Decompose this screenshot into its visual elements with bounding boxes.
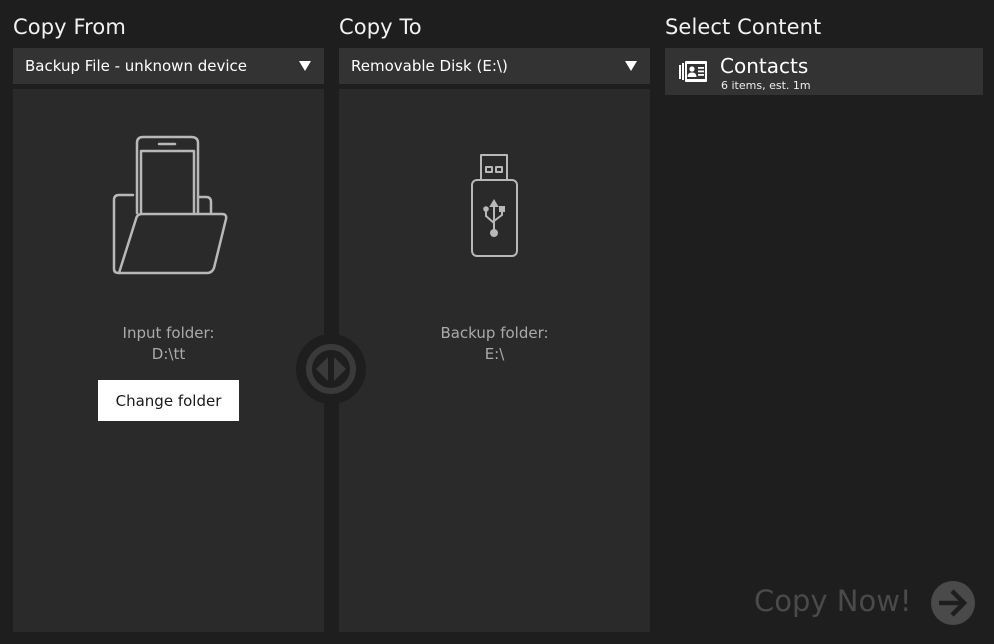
copy-to-dropdown[interactable]: Removable Disk (E:\) <box>339 48 650 84</box>
contacts-icon <box>679 61 707 82</box>
chevron-down-icon <box>299 61 311 71</box>
copy-from-panel: Input folder: D:\tt Change folder <box>13 89 324 632</box>
usb-drive-icon <box>471 154 518 257</box>
input-folder-label: Input folder: <box>122 324 215 342</box>
copy-to-dropdown-value: Removable Disk (E:\) <box>351 57 508 75</box>
select-content-title: Select Content <box>665 15 822 39</box>
app-window: Copy From Backup File - unknown device I… <box>0 0 994 644</box>
content-item-contacts[interactable]: Contacts 6 items, est. 1m <box>665 48 983 95</box>
phone-in-folder-icon <box>112 135 228 275</box>
arrow-right-icon[interactable] <box>930 580 976 626</box>
backup-folder-path: E:\ <box>484 345 505 363</box>
copy-to-panel: Backup folder: E:\ <box>339 89 650 632</box>
copy-from-title: Copy From <box>13 15 126 39</box>
content-item-detail: 6 items, est. 1m <box>721 79 811 92</box>
copy-from-dropdown[interactable]: Backup File - unknown device <box>13 48 324 84</box>
backup-folder-label: Backup folder: <box>440 324 549 342</box>
swap-direction-button[interactable] <box>296 334 366 404</box>
chevron-down-icon <box>625 61 637 71</box>
content-item-label: Contacts <box>720 54 809 78</box>
input-folder-path: D:\tt <box>151 345 186 363</box>
change-folder-button[interactable]: Change folder <box>98 380 239 421</box>
swap-direction-icon <box>306 344 356 394</box>
copy-from-dropdown-value: Backup File - unknown device <box>25 57 247 75</box>
copy-now-button[interactable]: Copy Now! <box>754 584 912 618</box>
copy-to-title: Copy To <box>339 15 422 39</box>
